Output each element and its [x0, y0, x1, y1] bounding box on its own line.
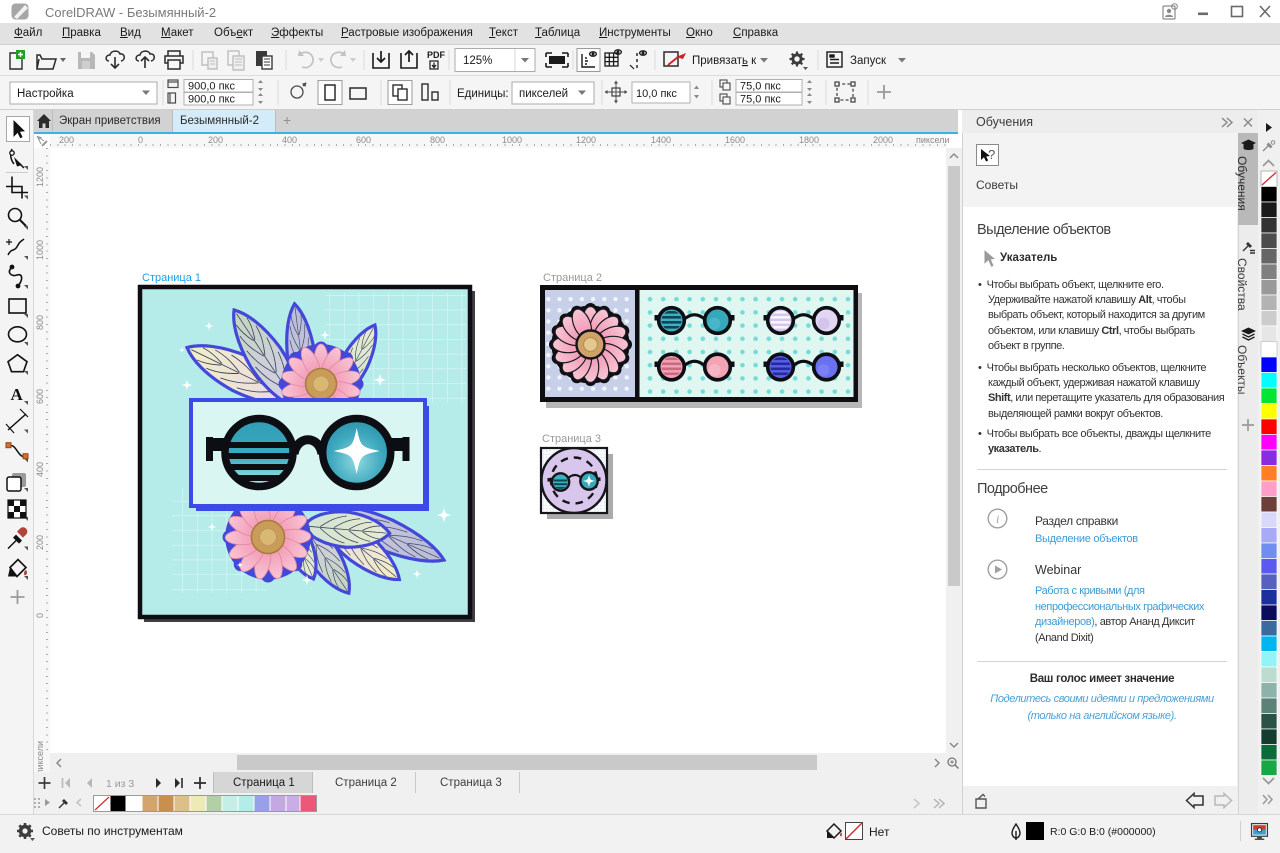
svg-text:1 из 3: 1 из 3 — [106, 778, 134, 790]
svg-text:900,0 пкс: 900,0 пкс — [188, 94, 235, 106]
svg-text:PDF: PDF — [427, 50, 446, 60]
svg-text:75,0 пкс: 75,0 пкс — [740, 94, 781, 106]
svg-text:Страница 1: Страница 1 — [142, 272, 201, 284]
svg-text:Запуск: Запуск — [850, 55, 887, 67]
svg-text:Настройка: Настройка — [17, 88, 74, 100]
svg-text:i: i — [996, 512, 999, 526]
svg-text:Привязать к: Привязать к — [692, 55, 757, 67]
svg-text:Единицы:: Единицы: — [457, 88, 509, 100]
svg-text:125%: 125% — [463, 55, 492, 67]
svg-text:пикселей: пикселей — [519, 88, 568, 100]
svg-text:?: ? — [988, 147, 995, 162]
svg-text:75,0 пкс: 75,0 пкс — [740, 81, 781, 93]
svg-text:900,0 пкс: 900,0 пкс — [188, 81, 235, 93]
svg-text:Страница 3: Страница 3 — [542, 433, 601, 445]
svg-text:Страница 2: Страница 2 — [543, 272, 602, 284]
svg-text:A: A — [11, 385, 24, 404]
svg-text:10,0 пкс: 10,0 пкс — [636, 88, 677, 100]
